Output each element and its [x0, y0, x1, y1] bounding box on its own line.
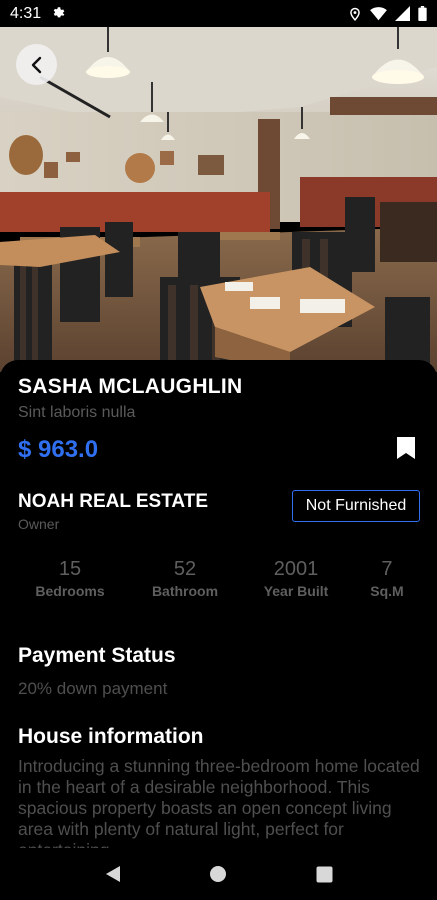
status-bar: 4:31	[0, 0, 437, 27]
property-subtitle: Sint laboris nulla	[18, 404, 136, 421]
location-icon	[348, 6, 362, 22]
battery-icon	[418, 6, 427, 21]
agency-name: NOAH REAL ESTATE	[18, 491, 209, 512]
system-nav-bar	[0, 848, 437, 900]
furnishing-badge: Not Furnished	[292, 490, 420, 522]
payment-heading: Payment Status	[18, 644, 176, 667]
stat-bedrooms: 15 Bedrooms	[35, 558, 104, 599]
property-stats: 15 Bedrooms 52 Bathroom 2001 Year Built …	[0, 558, 437, 608]
wifi-icon	[370, 6, 387, 21]
house-info-text: Introducing a stunning three-bedroom hom…	[18, 756, 420, 848]
house-info-heading: House information	[18, 725, 204, 748]
recents-square-icon[interactable]	[309, 859, 339, 889]
back-button[interactable]	[16, 44, 57, 85]
payment-text: 20% down payment	[18, 679, 168, 698]
stat-year-built: 2001 Year Built	[264, 558, 329, 599]
stat-label: Bedrooms	[35, 583, 105, 599]
agency-role: Owner	[18, 516, 60, 532]
stat-value: 2001	[273, 558, 319, 580]
stat-label: Sq.M	[370, 583, 404, 599]
stat-value: 7	[381, 558, 393, 580]
stat-bathroom: 52 Bathroom	[152, 558, 218, 599]
signal-icon	[395, 6, 410, 21]
property-photo	[0, 27, 437, 372]
status-time: 4:31	[10, 4, 42, 22]
stat-value: 52	[173, 558, 197, 580]
property-title: SASHA MCLAUGHLIN	[18, 375, 243, 398]
stat-label: Year Built	[263, 583, 329, 599]
home-circle-icon[interactable]	[203, 859, 233, 889]
chevron-left-icon	[31, 56, 41, 73]
back-triangle-icon[interactable]	[98, 859, 128, 889]
stat-area: 7 Sq.M	[370, 558, 403, 599]
bookmark-icon[interactable]	[394, 435, 418, 461]
details-sheet: SASHA MCLAUGHLIN Sint laboris nulla $ 96…	[0, 360, 437, 848]
property-price: $ 963.0	[18, 436, 99, 463]
stat-label: Bathroom	[151, 583, 219, 599]
settings-gear-icon	[51, 6, 66, 21]
stat-value: 15	[58, 558, 82, 580]
